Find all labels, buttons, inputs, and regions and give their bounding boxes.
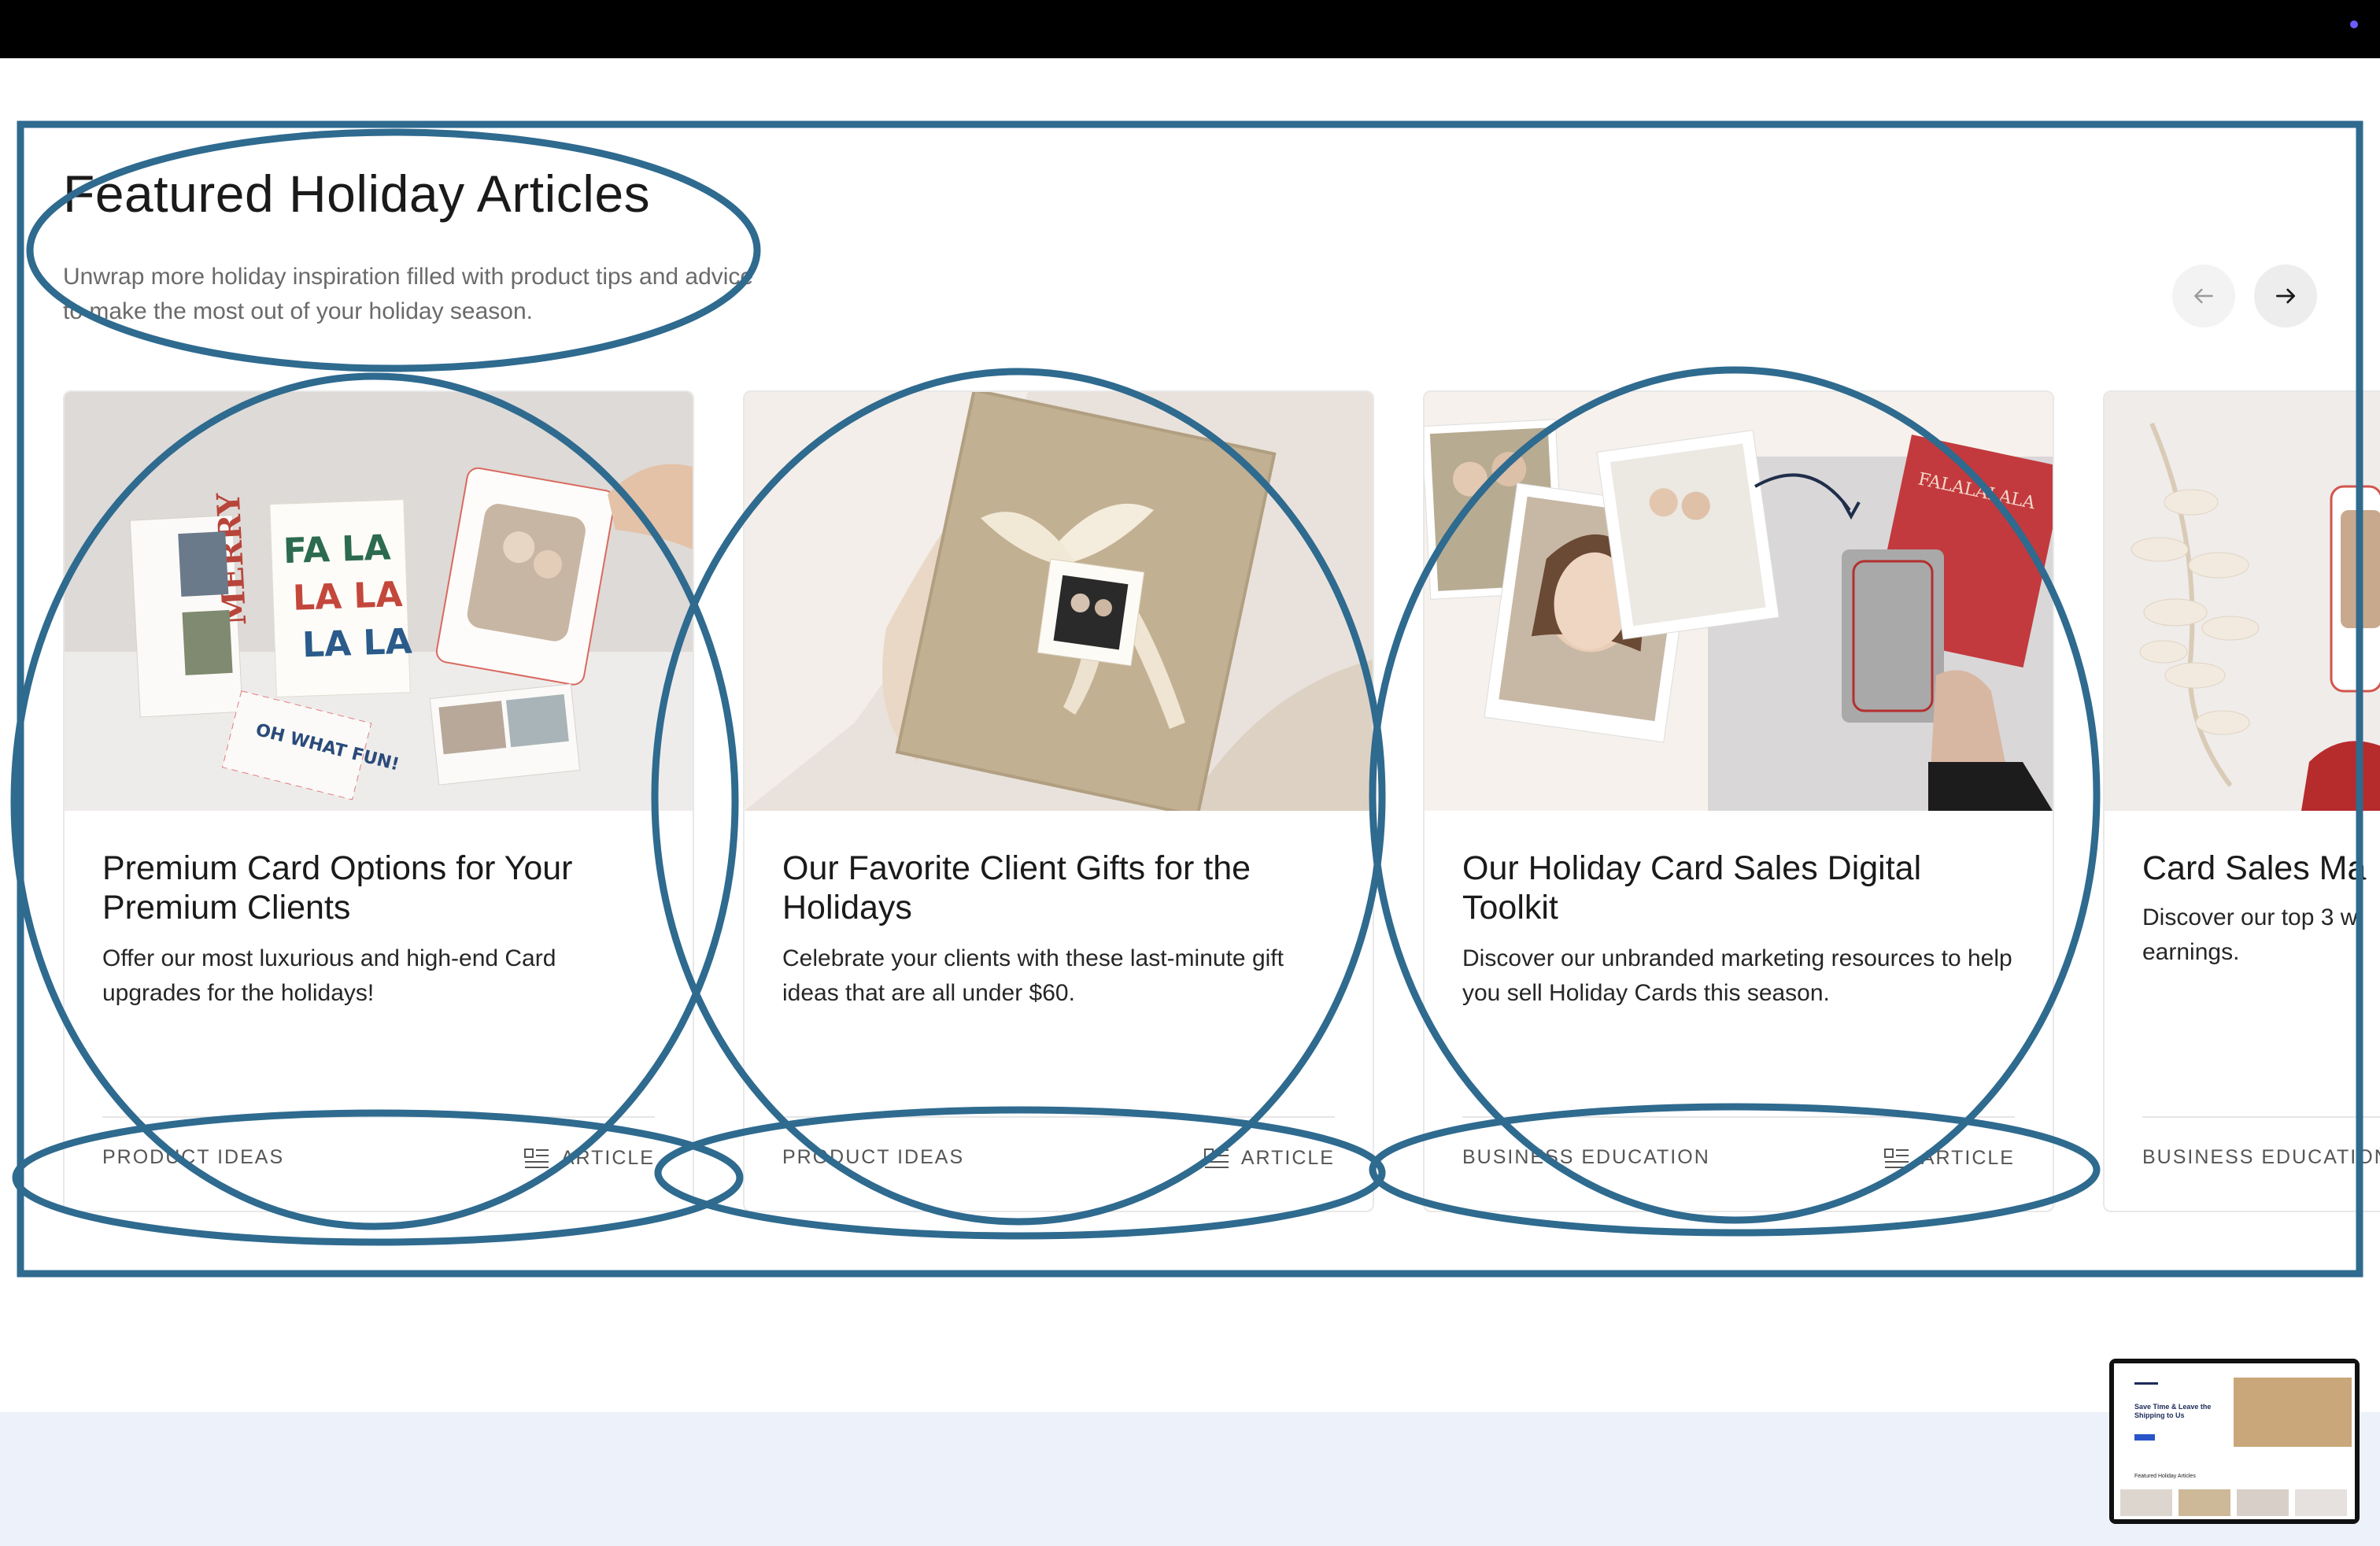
video-preview-thumbnail[interactable]: Save Time & Leave the Shipping to Us Fea… bbox=[2109, 1359, 2360, 1524]
card-image-holiday-cards: MERRY FA LA LA LA LA LA OH WHAT FUN! bbox=[65, 392, 693, 811]
card-description: Offer our most luxurious and high-end Ca… bbox=[102, 945, 556, 1006]
section-subtitle: Unwrap more holiday inspiration filled w… bbox=[63, 264, 754, 324]
preview-thumb bbox=[2295, 1489, 2347, 1516]
arrow-left-icon bbox=[2194, 288, 2213, 304]
preview-thumb bbox=[2179, 1489, 2230, 1516]
footer-band bbox=[0, 1412, 2380, 1546]
svg-text:FA LA: FA LA bbox=[283, 527, 391, 571]
preview-button bbox=[2134, 1434, 2155, 1441]
card-divider bbox=[102, 1116, 655, 1118]
card-title[interactable]: Our Favorite Client Gifts for the Holida… bbox=[782, 849, 1333, 927]
article-card-card-sales[interactable]: Card Sales Ma Discover our top 3 w earni… bbox=[2103, 390, 2380, 1212]
carousel-next-button[interactable] bbox=[2254, 264, 2317, 327]
card-description: Celebrate your clients with these last-m… bbox=[782, 945, 1284, 1006]
preview-section-title: Featured Holiday Articles bbox=[2134, 1474, 2196, 1479]
card-category: BUSINESS EDUCATION bbox=[2142, 1146, 2380, 1168]
article-card-sales-toolkit[interactable]: FALALALALA Our Holiday Card Sales Digita… bbox=[1423, 390, 2054, 1212]
card-divider bbox=[1462, 1116, 2015, 1118]
svg-text:LA LA: LA LA bbox=[292, 575, 403, 619]
arrow-right-icon bbox=[2276, 288, 2295, 304]
preview-thumb bbox=[2120, 1489, 2172, 1516]
card-type: ARTICLE bbox=[523, 1146, 655, 1170]
preview-logo bbox=[2134, 1382, 2158, 1385]
preview-hero-text: Save Time & Leave the Shipping to Us bbox=[2134, 1403, 2212, 1419]
card-category: PRODUCT IDEAS bbox=[102, 1146, 285, 1168]
card-type-label: ARTICLE bbox=[1920, 1146, 2015, 1169]
article-icon bbox=[1883, 1148, 1909, 1168]
status-dot bbox=[2350, 20, 2358, 28]
article-icon bbox=[1203, 1148, 1229, 1168]
article-icon bbox=[523, 1148, 549, 1168]
section-title: Featured Holiday Articles bbox=[63, 165, 651, 223]
card-image-sales-toolkit: FALALALALA bbox=[1425, 392, 2053, 811]
card-image-card-sales bbox=[2105, 392, 2380, 811]
card-description: Discover our unbranded marketing resourc… bbox=[1462, 945, 2012, 1006]
card-type: ARTICLE bbox=[1883, 1146, 2015, 1170]
carousel-prev-button[interactable] bbox=[2172, 264, 2235, 327]
card-title[interactable]: Our Holiday Card Sales Digital Toolkit bbox=[1462, 849, 2013, 927]
preview-image bbox=[2234, 1378, 2352, 1447]
card-category: PRODUCT IDEAS bbox=[782, 1146, 965, 1168]
svg-text:LA LA: LA LA bbox=[301, 622, 412, 666]
card-title[interactable]: Premium Card Options for Your Premium Cl… bbox=[102, 849, 653, 927]
article-card-client-gifts[interactable]: Our Favorite Client Gifts for the Holida… bbox=[743, 390, 1374, 1212]
article-card-premium-cards[interactable]: MERRY FA LA LA LA LA LA OH WHAT FUN! Pre… bbox=[63, 390, 694, 1212]
card-type-label: ARTICLE bbox=[560, 1146, 655, 1169]
card-title[interactable]: Card Sales Ma bbox=[2142, 849, 2380, 888]
card-image-gift-box bbox=[745, 392, 1373, 811]
card-divider bbox=[2142, 1116, 2380, 1118]
preview-thumb bbox=[2237, 1489, 2289, 1516]
card-description: Discover our top 3 w earnings. bbox=[2142, 904, 2358, 965]
card-category: BUSINESS EDUCATION bbox=[1462, 1146, 1710, 1168]
card-divider bbox=[782, 1116, 1335, 1118]
preview-screen: Save Time & Leave the Shipping to Us Fea… bbox=[2114, 1363, 2355, 1519]
top-bar bbox=[0, 0, 2380, 58]
card-type-label: ARTICLE bbox=[1240, 1146, 1335, 1169]
card-type: ARTICLE bbox=[1203, 1146, 1335, 1170]
